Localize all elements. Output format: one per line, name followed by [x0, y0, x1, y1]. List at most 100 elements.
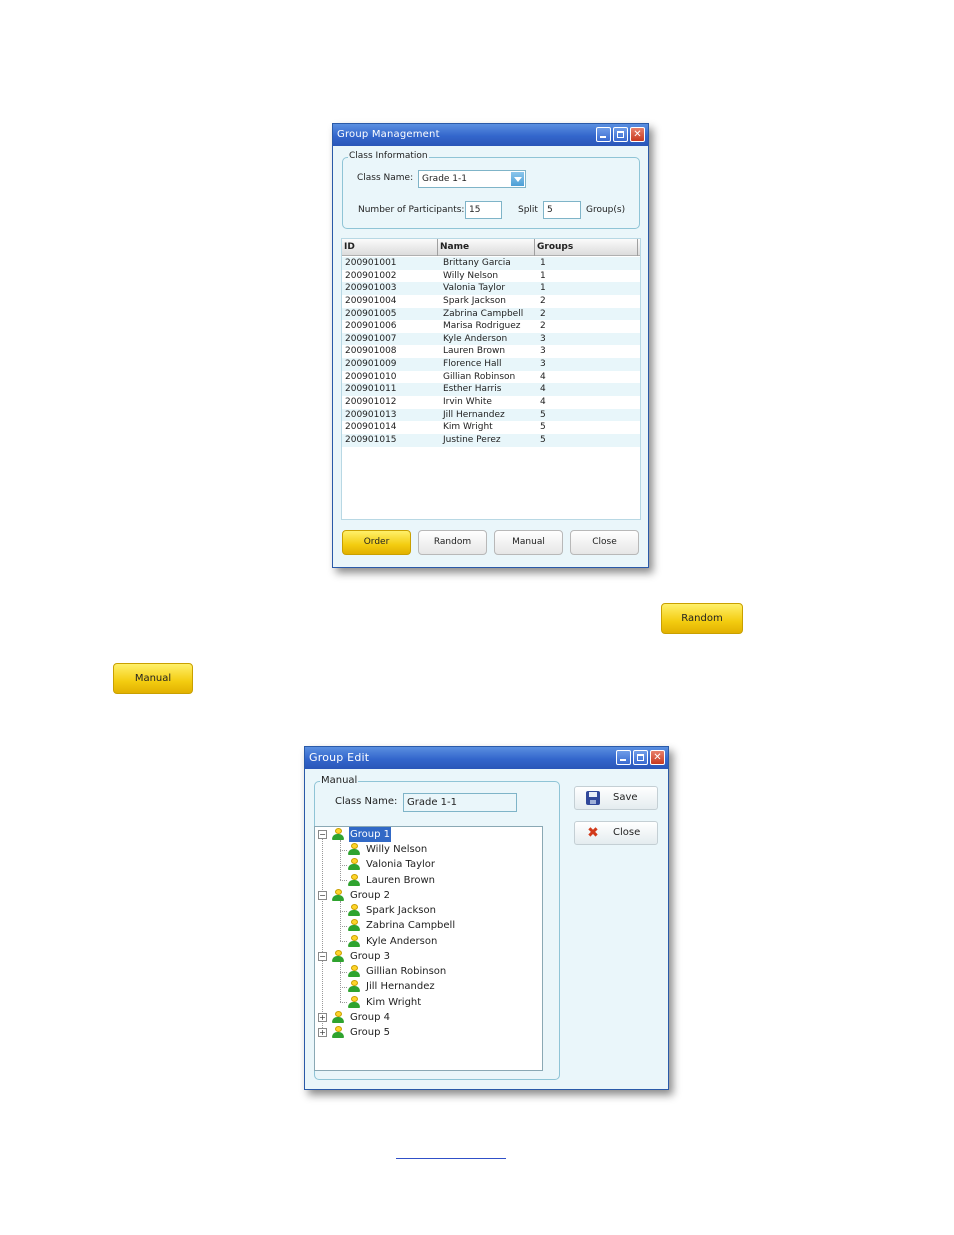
table-row[interactable]: 200901015 Justine Perez 5: [342, 433, 640, 447]
participants-list[interactable]: ID Name Groups 200901001 Brittany Garcia 1…: [341, 238, 641, 520]
expand-icon[interactable]: +: [318, 1013, 327, 1022]
maximize-button[interactable]: [633, 750, 648, 765]
cell-group: 1: [540, 258, 546, 268]
table-row[interactable]: 200901006 Marisa Rodriguez 2: [342, 320, 640, 333]
split-input[interactable]: 5: [543, 201, 581, 219]
person-icon: [347, 996, 361, 1009]
column-header-name[interactable]: Name: [438, 239, 535, 256]
tree-node-label: Gillian Robinson: [366, 966, 447, 977]
random-sample-button[interactable]: Random: [661, 603, 743, 634]
table-row[interactable]: 200901005 Zabrina Campbell 2: [342, 307, 640, 321]
collapse-icon[interactable]: −: [318, 952, 327, 961]
tree-node-label: Group 5: [350, 1027, 390, 1038]
minimize-button[interactable]: [616, 750, 631, 765]
table-row[interactable]: 200901012 Irvin White 4: [342, 396, 640, 409]
table-row[interactable]: 200901008 Lauren Brown 3: [342, 345, 640, 358]
group-tree[interactable]: Group 1 − Willy Nelson Valonia Taylor La…: [314, 826, 543, 1071]
table-row[interactable]: 200901001 Brittany Garcia 1: [342, 257, 640, 270]
tree-node-label: Group 3: [350, 951, 390, 962]
cell-group: 2: [540, 308, 546, 319]
manual-button[interactable]: Manual: [494, 530, 563, 555]
cell-name: Willy Nelson: [443, 270, 499, 281]
cell-group: 2: [540, 295, 546, 306]
chevron-down-icon[interactable]: [511, 172, 524, 186]
cell-group: 4: [540, 397, 546, 408]
cell-group: 5: [540, 422, 546, 433]
table-row[interactable]: 200901014 Kim Wright 5: [342, 421, 640, 434]
class-name-value: Grade 1-1: [407, 797, 457, 808]
tree-node-label: Group 4: [350, 1012, 390, 1023]
column-header-id[interactable]: ID: [342, 239, 438, 256]
cell-id: 200901009: [345, 359, 397, 370]
tree-line: [340, 840, 341, 880]
order-button[interactable]: Order: [342, 530, 411, 555]
minimize-button[interactable]: [596, 127, 611, 142]
cell-group: 5: [540, 434, 546, 445]
cell-group: 3: [540, 333, 546, 344]
close-button[interactable]: ✖ Close: [574, 821, 658, 845]
cell-id: 200901005: [345, 308, 397, 319]
hyperlink-underline[interactable]: [396, 1158, 506, 1159]
tree-node-label: Spark Jackson: [366, 905, 436, 916]
random-button[interactable]: Random: [418, 530, 487, 555]
tree-line: [340, 941, 347, 942]
person-icon: [347, 965, 361, 978]
close-icon: ✕: [653, 752, 662, 763]
title-bar[interactable]: Group Management ✕: [333, 124, 648, 146]
close-window-button[interactable]: ✕: [630, 127, 645, 142]
table-row[interactable]: 200901009 Florence Hall 3: [342, 358, 640, 371]
cell-name: Justine Perez: [443, 434, 501, 445]
tree-node-label: Lauren Brown: [366, 875, 435, 886]
person-icon: [347, 935, 361, 948]
cell-name: Irvin White: [443, 397, 492, 408]
expand-icon[interactable]: +: [318, 1028, 327, 1037]
groups-suffix-label: Group(s): [586, 205, 626, 215]
cell-id: 200901008: [345, 346, 397, 357]
close-icon: ✕: [633, 129, 642, 140]
class-name-value: Grade 1-1: [422, 174, 467, 184]
table-row[interactable]: 200901013 Jill Hernandez 5: [342, 408, 640, 422]
table-row[interactable]: 200901002 Willy Nelson 1: [342, 270, 640, 283]
table-row[interactable]: 200901007 Kyle Anderson 3: [342, 332, 640, 346]
table-row[interactable]: 200901003 Valonia Taylor 1: [342, 282, 640, 295]
table-row[interactable]: 200901004 Spark Jackson 2: [342, 295, 640, 308]
window-title: Group Management: [337, 129, 440, 140]
save-button[interactable]: Save: [574, 786, 658, 810]
tree-node-label: Valonia Taylor: [366, 859, 436, 870]
manual-sample-button[interactable]: Manual: [113, 663, 193, 694]
tree-node-label: Group 2: [350, 890, 390, 901]
tree-line: [340, 901, 341, 941]
cell-group: 4: [540, 371, 546, 382]
cell-name: Kim Wright: [443, 422, 493, 433]
cell-name: Jill Hernandez: [443, 409, 505, 420]
table-row[interactable]: 200901010 Gillian Robinson 4: [342, 371, 640, 384]
maximize-icon: [617, 131, 624, 138]
cell-name: Lauren Brown: [443, 346, 506, 357]
class-name-select[interactable]: Grade 1-1: [418, 170, 526, 188]
title-bar[interactable]: Group Edit ✕: [305, 747, 668, 769]
minimize-icon: [600, 136, 606, 138]
tree-line: [340, 865, 347, 866]
participants-input[interactable]: 15: [465, 201, 502, 219]
person-icon: [347, 858, 361, 871]
close-button[interactable]: Close: [570, 530, 639, 555]
maximize-button[interactable]: [613, 127, 628, 142]
cell-name: Gillian Robinson: [443, 371, 516, 382]
tree-node-label: Kim Wright: [366, 997, 422, 1008]
person-icon: [347, 919, 361, 932]
column-header-groups[interactable]: Groups: [535, 239, 638, 256]
collapse-icon[interactable]: −: [318, 891, 327, 900]
cell-name: Florence Hall: [443, 359, 502, 370]
manual-legend: Manual: [320, 775, 359, 786]
tree-line: [340, 926, 347, 927]
table-row[interactable]: 200901011 Esther Harris 4: [342, 383, 640, 397]
cell-name: Marisa Rodriguez: [443, 321, 521, 332]
list-rows: 200901001 Brittany Garcia 1 200901002 Willy …: [342, 257, 640, 447]
cell-group: 4: [540, 384, 546, 395]
close-window-button[interactable]: ✕: [650, 750, 665, 765]
window-title: Group Edit: [309, 751, 370, 764]
cell-id: 200901014: [345, 422, 397, 433]
person-icon: [347, 874, 361, 887]
collapse-icon[interactable]: −: [318, 830, 327, 839]
tree-line: [340, 1002, 347, 1003]
